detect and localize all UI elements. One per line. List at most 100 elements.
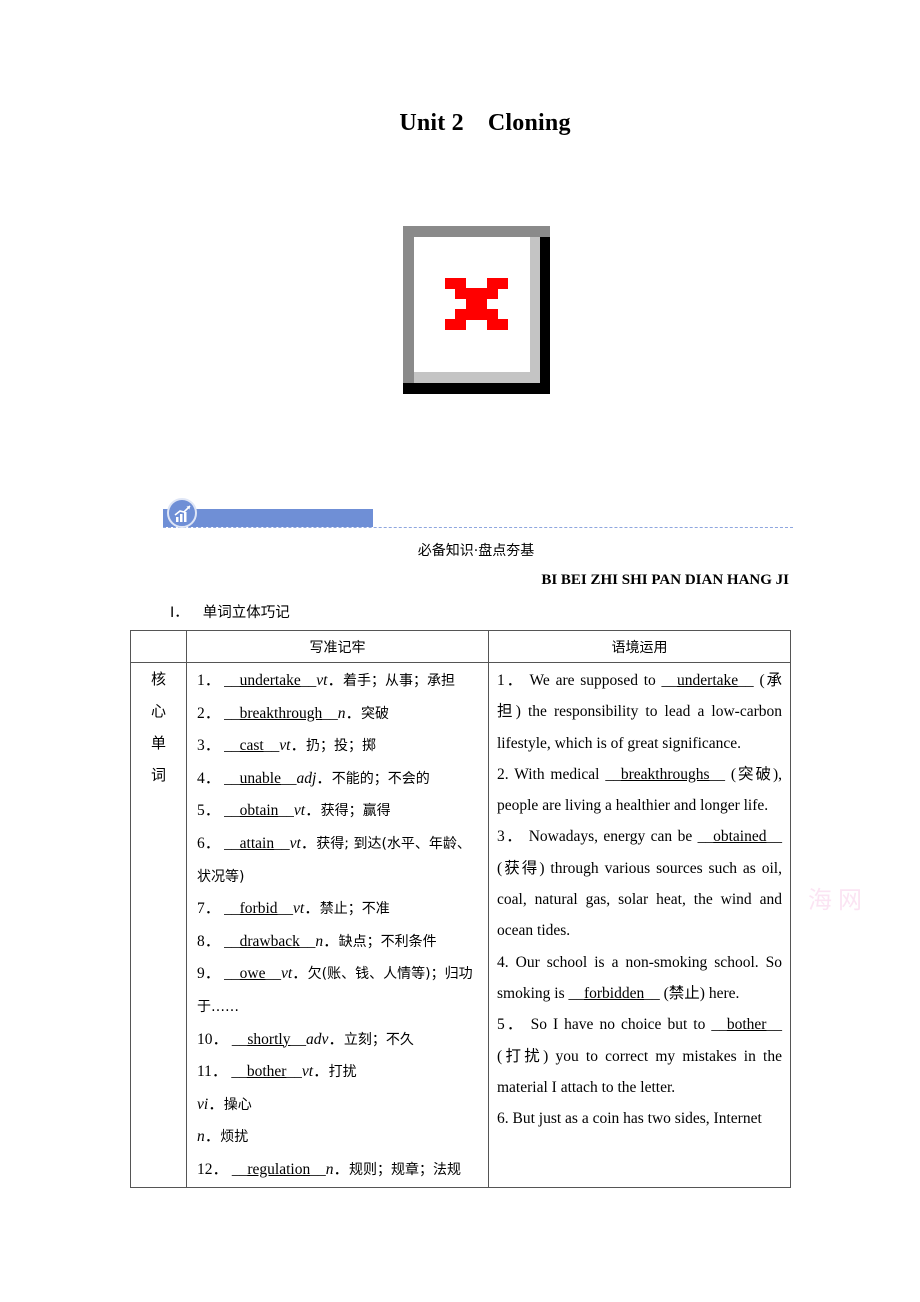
side-label-char: 核 <box>150 670 166 688</box>
item-number: 5． <box>497 1016 525 1034</box>
answer-word: breakthroughs <box>620 765 710 783</box>
part-of-speech: vt <box>280 965 293 983</box>
sentence-item: 1． We are supposed to __undertake__ (承担)… <box>497 672 782 752</box>
part-of-speech: adj <box>296 769 317 787</box>
part-of-speech: vt <box>293 802 306 820</box>
meaning: 不能的；不会的 <box>331 770 430 787</box>
meaning: 获得; 到达(水平、年龄、状况等) <box>197 835 471 885</box>
part-of-speech: vt <box>316 672 328 689</box>
sentence-item: 5． So I have no choice but to __bother__… <box>497 1016 782 1096</box>
item-number: 2. <box>497 765 509 783</box>
answer-word: unable <box>239 769 281 787</box>
chinese-hint: (突破) <box>730 765 779 783</box>
meaning: 烦扰 <box>220 1129 249 1146</box>
dashed-divider <box>163 527 793 528</box>
item-number: 5． <box>197 802 225 820</box>
meaning: 扔；投；掷 <box>305 738 376 755</box>
meaning: 缺点；不利条件 <box>338 933 437 950</box>
part-of-speech: vt <box>279 737 291 755</box>
part-of-speech: n <box>325 1160 334 1178</box>
vocab-item: 2． __breakthrough__n．突破 <box>197 704 390 722</box>
answer-word: forbidden <box>583 984 645 1002</box>
item-number: 4. <box>497 953 509 971</box>
answer-word: owe <box>239 965 266 983</box>
vocabulary-table: 写准记牢 语境运用 核 心 单 词 1． __undertake__vt．着手；… <box>130 630 791 1188</box>
table-header-row: 写准记牢 语境运用 <box>130 630 791 663</box>
answer-word: shortly <box>247 1030 291 1048</box>
meaning: 禁止；不准 <box>319 901 390 918</box>
sub-heading: Ⅰ． 单词立体巧记 <box>170 601 290 622</box>
vocab-item-extra: vi．操心 <box>197 1095 252 1113</box>
answer-word: forbid <box>239 900 278 918</box>
vocab-item: 7． __forbid__vt．禁止；不准 <box>197 900 390 918</box>
item-number: 6. <box>497 1110 509 1128</box>
answer-word: obtained <box>713 828 767 846</box>
vocab-item: 10． __shortly__adv．立刻；不久 <box>197 1030 414 1048</box>
answer-word: drawback <box>239 932 300 950</box>
item-number: 3． <box>197 737 225 755</box>
answer-word: obtain <box>239 802 279 820</box>
sentence-list: 1． We are supposed to __undertake__ (承担)… <box>488 662 791 1188</box>
item-number: 11． <box>197 1063 232 1081</box>
side-label-char: 词 <box>150 766 166 784</box>
sentence-item: 2. With medical __breakthroughs__ (突破), … <box>497 765 783 815</box>
answer-word: bother <box>726 1016 767 1034</box>
vocab-item: 1． __undertake__vt．着手；从事；承担 <box>197 672 455 689</box>
table-row: 核 心 单 词 1． __undertake__vt．着手；从事；承担 2． __… <box>130 662 791 1188</box>
vocab-item: 12． __regulation__n．规则；规章；法规 <box>197 1160 461 1178</box>
sentence-item: 4. Our school is a non-smoking school. S… <box>497 953 782 1002</box>
answer-word: undertake <box>239 672 301 689</box>
meaning: 着手；从事；承担 <box>342 673 455 689</box>
item-number: 3． <box>497 828 524 846</box>
meaning: 获得；赢得 <box>320 803 391 820</box>
meaning: 突破 <box>361 705 390 722</box>
side-label: 核 心 单 词 <box>130 662 187 1188</box>
vocab-item: 11． __bother__vt．打扰 <box>197 1063 357 1081</box>
unit-topic: Cloning <box>487 110 571 136</box>
watermark: 海网 <box>808 886 868 914</box>
header-cell-spelling: 写准记牢 <box>186 630 489 663</box>
sub-heading-number: Ⅰ． <box>170 605 189 621</box>
sub-heading-text: 单词立体巧记 <box>202 605 290 621</box>
item-number: 4． <box>197 769 225 787</box>
part-of-speech: vt <box>301 1063 314 1081</box>
vocab-item: 8． __drawback__n．缺点；不利条件 <box>197 932 437 950</box>
sentence-item: 6. But just as a coin has two sides, Int… <box>497 1110 762 1128</box>
part-of-speech: n <box>197 1128 205 1146</box>
vocab-item-extra: n．烦扰 <box>197 1128 249 1146</box>
header-cell-usage: 语境运用 <box>488 630 791 663</box>
answer-word: breakthrough <box>239 704 323 722</box>
item-number: 12． <box>197 1160 232 1178</box>
chinese-hint: (禁止) <box>663 984 705 1002</box>
part-of-speech: n <box>337 704 346 722</box>
section-heading: 必备知识·盘点夯基 <box>417 543 535 559</box>
broken-image-icon <box>445 278 508 330</box>
answer-word: cast <box>239 737 264 755</box>
part-of-speech: vt <box>289 834 301 852</box>
section-heading-pinyin: BI BEI ZHI SHI PAN DIAN HANG JI <box>541 572 789 588</box>
chart-growth-icon <box>174 505 191 522</box>
unit-label: Unit 2 <box>399 110 464 136</box>
side-label-char: 心 <box>150 702 166 720</box>
meaning: 操心 <box>223 1096 252 1113</box>
chinese-hint: (获得) <box>497 859 545 877</box>
meaning: 欠(账、钱、人情等)；归功于…… <box>197 966 473 1015</box>
answer-word: undertake <box>677 672 739 689</box>
answer-word: regulation <box>247 1160 311 1178</box>
part-of-speech: vt <box>293 900 305 918</box>
sentence-item: 3． Nowadays, energy can be __obtained__ … <box>497 828 782 940</box>
item-number: 1． <box>497 672 525 689</box>
item-number: 7． <box>197 900 225 918</box>
page-title: Unit 2 Cloning <box>0 110 920 137</box>
part-of-speech: adv <box>305 1030 329 1048</box>
item-number: 10． <box>197 1030 232 1048</box>
part-of-speech: vi <box>197 1095 209 1113</box>
item-number: 2． <box>197 704 225 722</box>
item-number: 8． <box>197 932 225 950</box>
meaning: 规则；规章；法规 <box>349 1161 461 1178</box>
vocab-item: 3． __cast__vt．扔；投；掷 <box>197 737 376 755</box>
part-of-speech: n <box>315 932 324 950</box>
header-cell-empty <box>130 630 187 663</box>
vocab-item: 4． __unable__adj．不能的；不会的 <box>197 769 430 787</box>
vocab-item: 6． __attain__vt．获得; 到达(水平、年龄、状况等) <box>197 834 471 885</box>
